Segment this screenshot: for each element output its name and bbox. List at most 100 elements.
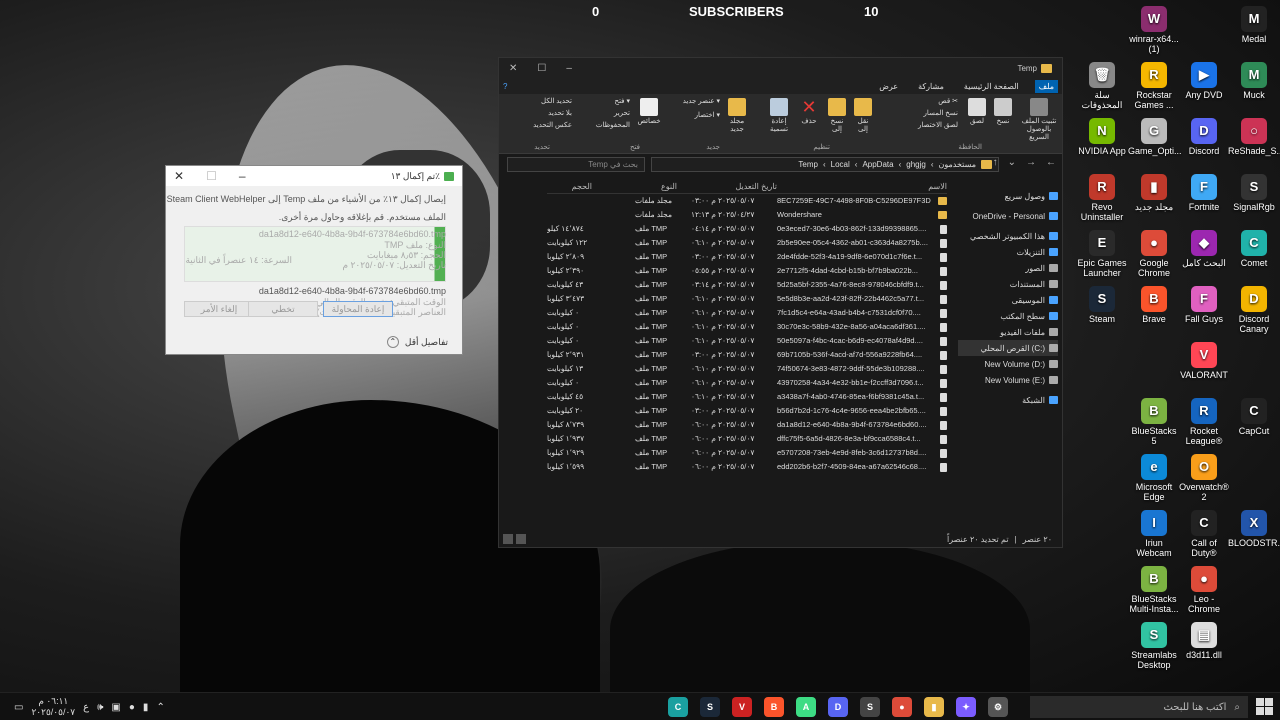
move-to-button[interactable]: نقل إلى [852, 98, 874, 134]
desktop-icon[interactable]: F Fall Guys [1178, 286, 1230, 324]
close-icon[interactable]: ✕ [509, 63, 517, 74]
file-row[interactable]: b56d7b2d-1c76-4c4e-9656-eea4be2bfb65....… [547, 404, 947, 418]
properties-button[interactable]: خصائص [634, 98, 664, 126]
nav-pane-item[interactable]: هذا الكمبيوتر الشخصي [958, 228, 1058, 244]
help-icon[interactable]: ? [503, 82, 507, 91]
file-row[interactable]: 7fc1d5c4-e64a-43ad-b4b4-c7531dcf0f70....… [547, 306, 947, 320]
file-row[interactable]: Wondershare ٢٠٢٥/٠٤/٢٧ م ١٢:١٣ مجلد ملفات [547, 208, 947, 222]
file-row[interactable]: 8EC7259E-49C7-4498-8F0B-C5296DE97F3D ٢٠٢٥… [547, 194, 947, 208]
column-name[interactable]: الاسم [928, 182, 947, 191]
paste-shortcut-button[interactable]: لصق الاختصار [898, 122, 958, 130]
desktop-icon[interactable]: D Discord [1178, 118, 1230, 156]
copy-path-button[interactable]: نسخ المسار [902, 110, 958, 118]
copy-button[interactable]: نسخ [992, 98, 1014, 126]
column-type[interactable]: النوع [661, 182, 677, 191]
desktop-icon[interactable]: E Epic Games Launcher [1076, 230, 1128, 278]
file-row[interactable]: 5e5d8b3e-aa2d-423f-82ff-22b4462c5a77.t..… [547, 292, 947, 306]
taskbar-app-voice-meeter[interactable]: V [732, 697, 752, 717]
new-folder-button[interactable]: مجلد جديد [724, 98, 750, 134]
nav-pane-item[interactable]: سطح المكتب [958, 308, 1058, 324]
tab-share[interactable]: مشاركة [914, 80, 948, 93]
desktop-icon[interactable]: Wwinrar-x64... (1) [1128, 6, 1180, 54]
desktop-icon[interactable]: M Medal [1228, 6, 1280, 44]
file-row[interactable]: 2b5e90ee-05c4-4362-ab01-c363d4a8275b....… [547, 236, 947, 250]
file-row[interactable]: a3438a7f-4ab0-4746-85ea-f6bf9381c45a.t..… [547, 390, 947, 404]
nav-pane-item[interactable]: التنزيلات [958, 244, 1058, 260]
desktop-icon[interactable]: B BlueStacks 5 [1128, 398, 1180, 446]
maximize-icon[interactable]: ☐ [537, 63, 546, 74]
clock[interactable]: ٠٦:١١ م ٢٠٢٥/٠٥/٠٧ [31, 696, 75, 718]
file-row[interactable]: 5d25a5bf-2355-4a76-8ec8-978046cbfdf9.t..… [547, 278, 947, 292]
cut-button[interactable]: قص ✂ [902, 98, 958, 106]
desktop-icon[interactable]: X BLOODSTR... [1228, 510, 1280, 548]
up-arrow-icon[interactable]: ↑ [993, 157, 998, 168]
file-row[interactable]: 69b7105b-536f-4acd-af7d-556a9228fb64....… [547, 348, 947, 362]
file-row[interactable]: 43970258-4a34-4e32-bb1e-f2ccff3d7096.t..… [547, 376, 947, 390]
taskbar-app-chrome[interactable]: ● [892, 697, 912, 717]
desktop-icon[interactable]: V VALORANT [1178, 342, 1230, 380]
nav-pane-item[interactable]: الشبكة [958, 392, 1058, 408]
column-size[interactable]: الحجم [572, 182, 592, 191]
paste-button[interactable]: لصق [966, 98, 988, 126]
nav-pane-item[interactable]: الموسيقى [958, 292, 1058, 308]
nav-pane-item[interactable]: القرص المحلي (C:) [958, 340, 1058, 356]
desktop-icon[interactable]: S SignalRgb [1228, 174, 1280, 212]
nav-pane-item[interactable]: New Volume (E:) [958, 372, 1058, 388]
large-icons-view-icon[interactable] [516, 534, 526, 544]
desktop-icon[interactable]: B BlueStacks Multi-Insta... [1128, 566, 1180, 614]
breadcrumb-item[interactable]: AppData [862, 160, 893, 169]
search-input[interactable]: بحث في Temp [507, 157, 645, 172]
file-row[interactable]: 2e7712f5-4dad-4cbd-b15b-bf7b9ba022b... ٢٠… [547, 264, 947, 278]
nav-pane-item[interactable]: New Volume (D:) [958, 356, 1058, 372]
retry-button[interactable]: إعادة المحاولة [323, 301, 393, 317]
chevron-down-icon[interactable]: ⌄ [1008, 157, 1016, 168]
taskbar-app-discord[interactable]: D [828, 697, 848, 717]
nav-pane-item[interactable]: ملفات الفيديو [958, 324, 1058, 340]
breadcrumb-item[interactable]: Temp [798, 160, 818, 169]
history-button[interactable]: المحفوظات [586, 122, 630, 130]
file-row[interactable]: dffc75f5-6a5d-4826-8e3a-bf9cca6588c4.t..… [547, 432, 947, 446]
desktop-icon[interactable]: G Game_Opti... [1128, 118, 1182, 156]
new-item-button[interactable]: عنصر جديد ▾ [668, 98, 720, 106]
nav-pane-item[interactable]: الصور [958, 260, 1058, 276]
desktop-icon[interactable]: D Discord Canary [1228, 286, 1280, 334]
copy-to-button[interactable]: نسخ إلى [826, 98, 848, 134]
desktop-icon[interactable]: O Overwatch® 2 [1178, 454, 1230, 502]
details-view-icon[interactable] [503, 534, 513, 544]
network-icon[interactable]: ▣ [111, 702, 120, 713]
nav-pane-item[interactable]: OneDrive - Personal [958, 208, 1058, 224]
desktop-icon[interactable]: ▤ d3d11.dll [1178, 622, 1230, 660]
pin-quick-access-button[interactable]: تثبيت الملف بالوصول السريع [1020, 98, 1058, 142]
file-row[interactable]: edd202b6-b2f7-4509-84ea-a67a62546c68....… [547, 460, 947, 474]
file-row[interactable]: e5707208-73eb-4e9d-8feb-3c6d12737b8d....… [547, 446, 947, 460]
taskbar-app-steam[interactable]: S [700, 697, 720, 717]
desktop-icon[interactable]: ◆ البحث كامل [1178, 230, 1230, 268]
taskbar-app-store[interactable]: S [860, 697, 880, 717]
volume-icon[interactable]: 🕪 [97, 702, 103, 713]
file-row[interactable]: 0e3eced7-30e6-4b03-862f-133d99398865....… [547, 222, 947, 236]
taskbar-app-copilot-app[interactable]: ✦ [956, 697, 976, 717]
delete-button[interactable]: ✕ حذف [798, 98, 820, 126]
microphone-icon[interactable]: ● [129, 702, 135, 713]
file-row[interactable]: da1a8d12-e640-4b8a-9b4f-673784e6bd60....… [547, 418, 947, 432]
select-none-button[interactable]: بلا تحديد [520, 110, 572, 118]
desktop-icon[interactable]: M Muck [1228, 62, 1280, 100]
notification-icon[interactable]: ▭ [14, 702, 23, 713]
minimize-icon[interactable]: – [566, 63, 572, 74]
close-icon[interactable]: ✕ [174, 169, 184, 183]
invert-selection-button[interactable]: عكس التحديد [520, 122, 572, 130]
desktop-icon[interactable]: ● Leo - Chrome [1178, 566, 1230, 614]
tab-view[interactable]: عرض [875, 80, 902, 93]
edit-button[interactable]: تحرير [596, 110, 630, 118]
forward-arrow-icon[interactable]: → [1026, 157, 1036, 168]
taskbar-app-settings[interactable]: ⚙ [988, 697, 1008, 717]
breadcrumb-item[interactable]: ghgjg [906, 160, 926, 169]
breadcrumb-item[interactable]: مستخدمون [939, 160, 977, 169]
skip-button[interactable]: تخطي [248, 301, 318, 317]
breadcrumb-item[interactable]: Local [831, 160, 850, 169]
column-date[interactable]: تاريخ التعديل [735, 182, 777, 191]
cancel-button[interactable]: إلغاء الأمر [184, 301, 254, 317]
desktop-icon[interactable]: F Fortnite [1178, 174, 1230, 212]
desktop-icon[interactable]: C Comet [1228, 230, 1280, 268]
minimize-icon[interactable]: – [239, 169, 246, 183]
